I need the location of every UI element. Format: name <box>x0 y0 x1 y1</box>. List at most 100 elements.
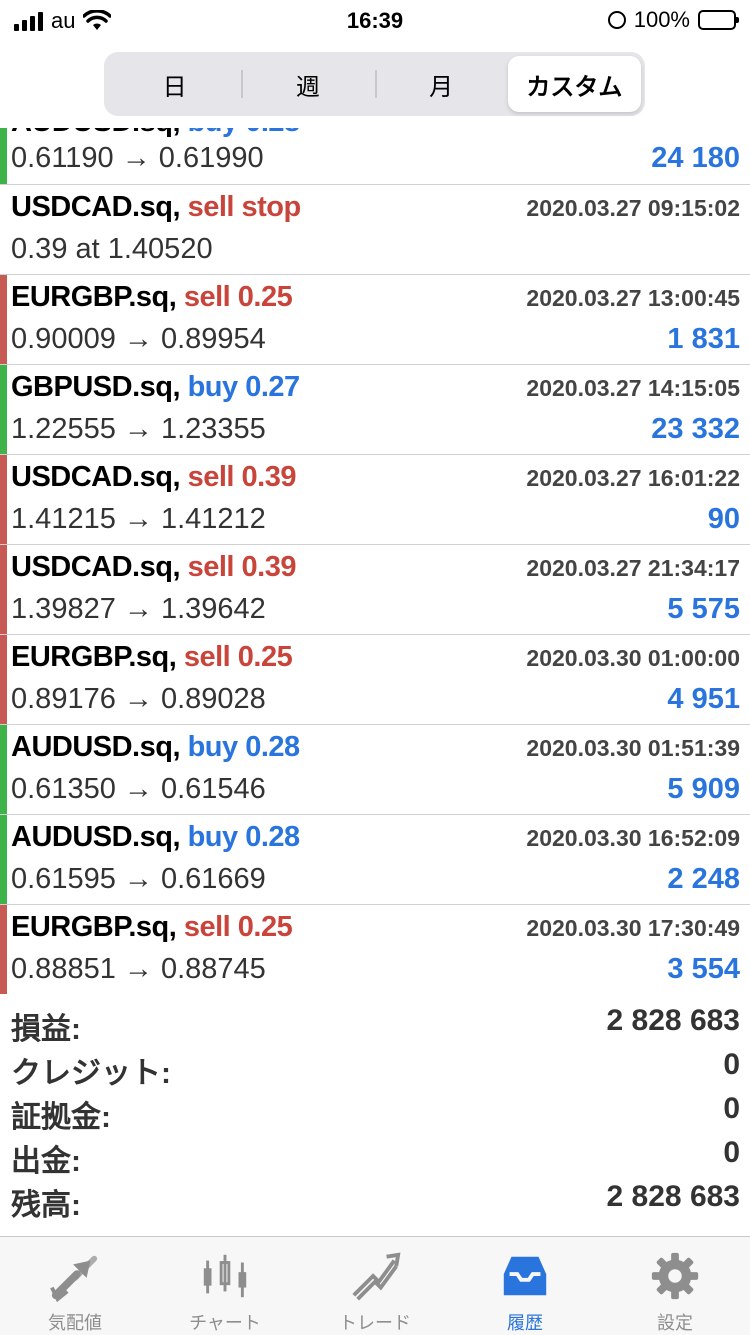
trade-title: EURGBP.sq, sell 0.25 <box>11 911 293 944</box>
trade-action: buy 0.28 <box>187 731 301 763</box>
trade-prices: 1.22555 → 1.23355 <box>11 413 266 445</box>
trade-title: USDCAD.sq, sell stop <box>11 191 301 224</box>
symbol: USDCAD.sq, <box>11 461 181 493</box>
tab-history-label: 履歴 <box>507 1313 543 1333</box>
trade-date: 2020.03.27 16:01:22 <box>526 465 740 491</box>
trade-prices: 0.88851 → 0.88745 <box>11 953 266 985</box>
trade-date: 2020.03.30 16:52:09 <box>526 825 740 851</box>
trade-profit: 5 575 <box>667 593 740 625</box>
tab-quotes[interactable]: 気配値 <box>0 1237 150 1335</box>
trade-date: 2020.03.27 14:15:05 <box>526 375 740 401</box>
trade-date: 2020.03.30 01:51:39 <box>526 735 740 761</box>
orientation-lock-icon <box>607 11 626 29</box>
trade-prices: 1.39827 → 1.39642 <box>11 593 266 625</box>
candlestick-chart-icon <box>203 1254 247 1298</box>
trade-row[interactable]: USDCAD.sq, sell 0.39 2020.03.27 21:34:17 1… <box>0 545 750 635</box>
symbol: AUDUSD.sq, <box>11 128 181 138</box>
trade-prices: 0.39 at 1.40520 <box>11 233 213 265</box>
trade-row[interactable]: EURGBP.sq, sell 0.25 2020.03.27 13:00:45 0… <box>0 275 750 365</box>
trade-action: sell 0.39 <box>187 461 297 493</box>
sell-indicator-bar <box>0 905 7 994</box>
sell-indicator-bar <box>0 275 7 364</box>
tab-history[interactable]: 履歴 <box>450 1237 600 1335</box>
trade-title: AUDUSD.sq, buy 0.28 <box>11 821 300 854</box>
trade-row[interactable]: AUDUSD.sq, buy 0.28 2020.03.30 01:51:39 0.… <box>0 725 750 815</box>
tab-quotes-label: 気配値 <box>48 1313 102 1333</box>
trade-row[interactable]: GBPUSD.sq, buy 0.27 2020.03.27 14:15:05 1.… <box>0 365 750 455</box>
trade-action: buy 0.28 <box>188 128 301 138</box>
history-list[interactable]: AUDUSD.sq, buy 0.28 0.61190 → 0.61990 24 1… <box>0 128 750 994</box>
status-bar: au 16:39 100% <box>0 0 750 44</box>
trade-row[interactable]: EURGBP.sq, sell 0.25 2020.03.30 01:00:00 0… <box>0 635 750 725</box>
trade-title: EURGBP.sq, sell 0.25 <box>11 641 293 674</box>
trade-date: 2020.03.30 17:30:49 <box>526 915 740 941</box>
trade-title: AUDUSD.sq, buy 0.28 <box>11 731 300 764</box>
summary-row: 証拠金: 0 <box>0 1092 750 1136</box>
tab-settings-label: 設定 <box>657 1313 693 1333</box>
trade-profit: 1 831 <box>667 323 740 355</box>
trade-profit: 24 180 <box>651 142 740 174</box>
summary-row: 残高: 2 828 683 <box>0 1180 750 1224</box>
summary-value: 0 <box>723 1048 740 1081</box>
battery-percent: 100% <box>633 7 690 32</box>
trade-row[interactable]: EURGBP.sq, sell 0.25 2020.03.30 17:30:49 0… <box>0 905 750 994</box>
segment-day[interactable]: 日 <box>108 56 241 112</box>
summary-value: 0 <box>723 1136 740 1169</box>
symbol: AUDUSD.sq, <box>11 731 181 763</box>
symbol: EURGBP.sq, <box>11 281 177 313</box>
trade-profit: 5 909 <box>667 773 740 805</box>
symbol: USDCAD.sq, <box>11 551 181 583</box>
symbol: GBPUSD.sq, <box>11 371 181 403</box>
trade-title: USDCAD.sq, sell 0.39 <box>11 551 296 584</box>
tab-bar: 気配値 チャート トレード 履歴 設定 <box>0 1236 750 1335</box>
trade-action: sell 0.25 <box>183 281 293 313</box>
symbol: USDCAD.sq, <box>11 191 181 223</box>
sell-indicator-bar <box>0 455 7 544</box>
summary-row: 損益: 2 828 683 <box>0 1004 750 1048</box>
tab-settings[interactable]: 設定 <box>600 1237 750 1335</box>
buy-indicator-bar <box>0 365 7 454</box>
segment-week[interactable]: 週 <box>241 56 374 112</box>
summary-label: 残高: <box>11 1189 81 1222</box>
history-inbox-icon <box>503 1256 547 1296</box>
trade-profit: 3 554 <box>667 953 740 985</box>
sell-indicator-bar <box>0 635 7 724</box>
trade-row[interactable]: AUDUSD.sq, buy 0.28 2020.03.30 16:52:09 0.… <box>0 815 750 905</box>
trade-profit: 90 <box>707 503 740 535</box>
trade-date: 2020.03.30 01:00:00 <box>526 645 740 671</box>
trade-action: buy 0.27 <box>187 371 301 403</box>
gear-icon <box>651 1252 699 1300</box>
summary-label: 証拠金: <box>11 1101 111 1134</box>
summary-row: 出金: 0 <box>0 1136 750 1180</box>
tab-trade-label: トレード <box>339 1313 411 1333</box>
summary-label: 出金: <box>11 1145 81 1178</box>
segment-month[interactable]: 月 <box>374 56 508 112</box>
trade-row[interactable]: USDCAD.sq, sell stop 2020.03.27 09:15:02 0… <box>0 185 750 275</box>
trade-row[interactable]: USDCAD.sq, sell 0.39 2020.03.27 16:01:22 1… <box>0 455 750 545</box>
trade-profit: 23 332 <box>651 413 740 445</box>
trade-prices: 0.89176 → 0.89028 <box>11 683 266 715</box>
trade-title: EURGBP.sq, sell 0.25 <box>11 281 293 314</box>
trade-prices: 0.61595 → 0.61669 <box>11 863 266 895</box>
summary-section: 損益: 2 828 683 クレジット: 0 証拠金: 0 出金: 0 残高: 2 828 683 <box>0 1004 750 1224</box>
trade-trend-icon <box>352 1252 401 1301</box>
tab-trade[interactable]: トレード <box>300 1237 450 1335</box>
buy-indicator-bar <box>0 725 7 814</box>
trade-action: sell stop <box>187 191 302 223</box>
trade-prices: 0.61350 → 0.61546 <box>11 773 266 805</box>
symbol: EURGBP.sq, <box>11 641 177 673</box>
trade-action: sell 0.39 <box>187 551 297 583</box>
trade-title: GBPUSD.sq, buy 0.27 <box>11 371 300 404</box>
symbol: AUDUSD.sq, <box>11 821 181 853</box>
tab-chart-label: チャート <box>189 1313 261 1333</box>
trade-date: 2020.03.27 09:15:02 <box>526 195 740 221</box>
trade-prices: 0.90009 → 0.89954 <box>11 323 266 355</box>
symbol: EURGBP.sq, <box>11 911 177 943</box>
summary-label: 損益: <box>11 1013 81 1046</box>
segment-custom[interactable]: カスタム <box>507 56 641 112</box>
trade-action: sell 0.25 <box>183 911 293 943</box>
trade-row[interactable]: AUDUSD.sq, buy 0.28 0.61190 → 0.61990 24 1… <box>0 128 750 185</box>
tab-chart[interactable]: チャート <box>150 1237 300 1335</box>
trade-prices: 1.41215 → 1.41212 <box>11 503 266 535</box>
trade-date: 2020.03.27 13:00:45 <box>526 285 740 311</box>
